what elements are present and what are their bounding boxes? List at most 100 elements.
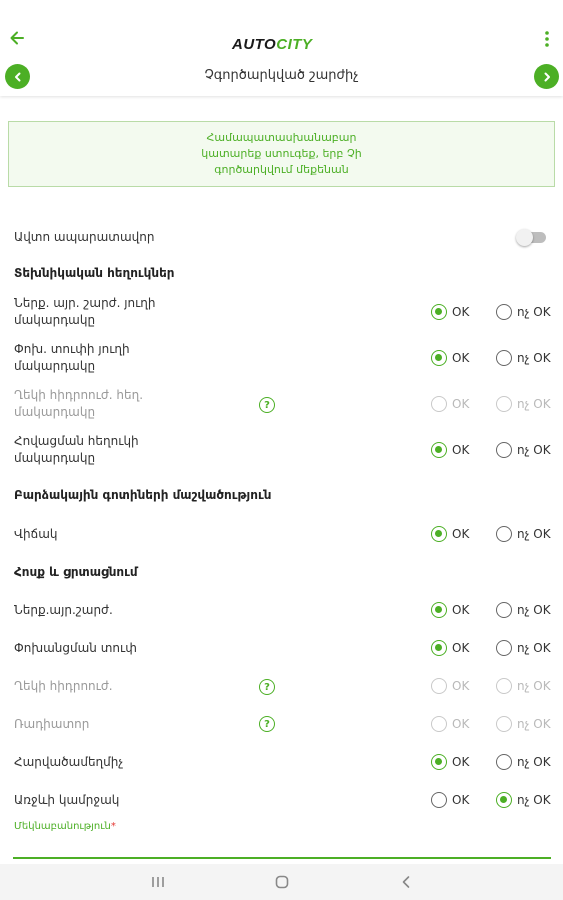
row-label-gearbox: Փոխանցման տուփ [14,641,137,655]
notok-label: ոչ OK [517,717,551,731]
back-nav-icon[interactable] [399,874,413,890]
radio-button [431,396,447,412]
row-label-engine: Ներք.այր.շարժ. [14,603,113,617]
notok-label: ոչ OK [517,527,551,541]
gearbox-oil-notok-option[interactable]: ոչ OK [496,350,551,366]
help-icon[interactable]: ? [259,397,275,413]
row-label-condition: Վիճակ [14,527,58,541]
gearbox-oil-ok-option[interactable]: OK [431,350,469,366]
radio-button[interactable] [496,526,512,542]
radio-button[interactable] [431,754,447,770]
notok-label: ոչ OK [517,305,551,319]
gearbox-ok-option[interactable]: OK [431,640,469,656]
front-axle-notok-option[interactable]: ոչ OK [496,792,551,808]
ok-label: OK [452,397,470,411]
radio-button[interactable] [496,442,512,458]
section-title-tires: Բարձակային գոտիների մաշվածություն [14,488,272,502]
notok-label: ոչ OK [517,679,551,693]
gearbox-notok-option[interactable]: ոչ OK [496,640,551,656]
back-arrow-icon[interactable] [7,28,27,48]
power-steering-fluid-ok-option: OK [431,396,469,412]
radio-button[interactable] [496,304,512,320]
power-steering-ok-option: OK [431,678,469,694]
info-notice: Համապատասխանաբար կատարեք ստուգեք, երբ Չի… [8,121,555,187]
radio-button[interactable] [431,304,447,320]
row-label-gearbox-oil: Փոխ. տուփի յուղի մակարդակը [14,342,130,373]
comment-label-text: Մեկնաբանություն [14,821,111,832]
row-label-engine-oil: Ներք. այր. շարժ. յուղի մակարդակը [14,296,156,327]
help-icon[interactable]: ? [259,716,275,732]
engine-oil-notok-option[interactable]: ոչ OK [496,304,551,320]
required-mark: * [110,821,116,832]
ok-label: OK [452,717,470,731]
recent-apps-icon[interactable] [151,874,165,890]
radio-button [496,716,512,732]
radio-button[interactable] [431,602,447,618]
radio-button [431,678,447,694]
auto-transmission-label: Ավտո ապարատավոր [14,230,155,244]
radio-button [496,396,512,412]
radio-button[interactable] [496,640,512,656]
radio-button[interactable] [431,442,447,458]
notice-text: Համապատասխանաբար կատարեք ստուգեք, երբ Չի… [201,131,362,176]
front-axle-ok-option[interactable]: OK [431,792,469,808]
radio-button[interactable] [431,526,447,542]
row-label-radiator: Ռադիատոր [14,717,90,731]
next-button[interactable] [534,64,559,89]
auto-transmission-toggle[interactable] [516,229,546,246]
notok-label: ոչ OK [517,397,551,411]
ok-label: OK [452,351,470,365]
radio-button [496,678,512,694]
condition-notok-option[interactable]: ոչ OK [496,526,551,542]
radio-button[interactable] [496,602,512,618]
ok-label: OK [452,527,470,541]
section-title-leaks: Հոսք և ցրտացնում [14,565,138,579]
radio-button[interactable] [496,350,512,366]
row-label-power-steering-fluid: Ղեկի հիդրոուժ. հեղ. մակարդակը [14,388,144,419]
app-bar: AUTOCITY Չգործարկված շարժիչ [0,0,563,96]
notok-label: ոչ OK [517,351,551,365]
more-options-icon[interactable] [539,29,555,49]
coolant-notok-option[interactable]: ոչ OK [496,442,551,458]
page-title: Չգործարկված շարժիչ [204,68,359,83]
logo-city: CITY [276,36,313,53]
engine-notok-option[interactable]: ոչ OK [496,602,551,618]
comment-field-label: Մեկնաբանություն* [14,821,116,832]
help-icon[interactable]: ? [259,679,275,695]
coolant-ok-option[interactable]: OK [431,442,469,458]
shock-absorber-notok-option[interactable]: ոչ OK [496,754,551,770]
notok-label: ոչ OK [517,755,551,769]
logo-auto: AUTO [232,36,277,53]
radio-button[interactable] [496,754,512,770]
notok-label: ոչ OK [517,443,551,457]
system-nav-bar [0,864,563,900]
row-label-shock-absorber: Հարվածամեղմիչ [14,755,124,769]
engine-oil-ok-option[interactable]: OK [431,304,469,320]
section-title-fluids: Տեխնիկական հեղուկներ [14,266,175,280]
row-label-power-steering: Ղեկի հիդրոուժ. [14,679,113,693]
radio-button[interactable] [431,350,447,366]
notok-label: ոչ OK [517,603,551,617]
power-steering-fluid-notok-option: ոչ OK [496,396,551,412]
row-label-front-axle: Առջևի կամրջակ [14,793,120,807]
ok-label: OK [452,755,470,769]
comment-input[interactable] [13,857,551,859]
radiator-notok-option: ոչ OK [496,716,551,732]
ok-label: OK [452,793,470,807]
home-icon[interactable] [274,874,290,890]
shock-absorber-ok-option[interactable]: OK [431,754,469,770]
radiator-ok-option: OK [431,716,469,732]
ok-label: OK [452,641,470,655]
ok-label: OK [452,305,470,319]
radio-button[interactable] [496,792,512,808]
notok-label: ոչ OK [517,641,551,655]
radio-button[interactable] [431,640,447,656]
power-steering-notok-option: ոչ OK [496,678,551,694]
notok-label: ոչ OK [517,793,551,807]
radio-button [431,716,447,732]
radio-button[interactable] [431,792,447,808]
engine-ok-option[interactable]: OK [431,602,469,618]
condition-ok-option[interactable]: OK [431,526,469,542]
app-logo: AUTOCITY [232,36,313,53]
ok-label: OK [452,603,470,617]
